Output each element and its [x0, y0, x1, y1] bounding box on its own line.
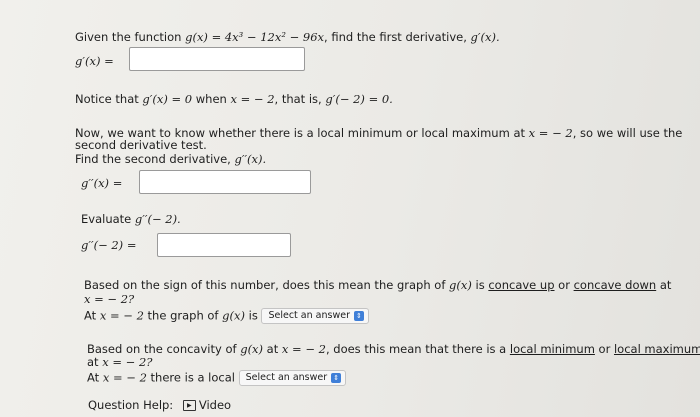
local-maximum-link: local maximum — [613, 342, 700, 356]
local-minimum-link: local minimum — [509, 342, 595, 356]
q4-line1: Based on the sign of this number, does t… — [84, 278, 672, 292]
up-down-chevron-icon: ⇕ — [331, 372, 342, 383]
q4-line3: At x = − 2 the graph of g(x) is Select a… — [84, 308, 369, 324]
second-derivative-at-point-answer[interactable] — [157, 233, 291, 257]
q5-line2: at x = − 2? — [87, 355, 153, 369]
notice-text: Notice that g′(x) = 0 when x = − 2, that… — [75, 92, 393, 106]
concave-up-link: concave up — [488, 278, 555, 292]
extremum-select[interactable]: Select an answer ⇕ — [238, 370, 347, 386]
second-derivative-label: g′′(x) = — [81, 176, 123, 190]
q5-line3: At x = − 2 there is a local Select an an… — [87, 370, 347, 386]
second-derivative-answer[interactable] — [139, 170, 311, 194]
q2-line3: Find the second derivative, g′′(x). — [75, 152, 267, 166]
q2-line2: second derivative test. — [75, 138, 207, 152]
question-page: Given the function g(x) = 4x³ − 12x² − 9… — [0, 0, 700, 417]
concave-down-link: concave down — [573, 278, 657, 292]
first-derivative-label: g′(x) = — [75, 54, 114, 68]
first-derivative-answer[interactable] — [129, 47, 305, 71]
q3-prompt: Evaluate g′′(− 2). — [81, 212, 181, 226]
first-derivative-input[interactable] — [130, 48, 304, 70]
question-help: Question Help: ▶ Video — [88, 398, 232, 412]
up-down-chevron-icon: ⇕ — [353, 310, 364, 321]
concavity-select[interactable]: Select an answer ⇕ — [261, 308, 369, 324]
second-derivative-input[interactable] — [140, 171, 310, 193]
q1-prompt: Given the function g(x) = 4x³ − 12x² − 9… — [75, 30, 500, 44]
second-derivative-at-point-label: g′′(− 2) = — [81, 238, 137, 252]
q4-line2: x = − 2? — [84, 292, 135, 306]
second-derivative-at-point-input[interactable] — [158, 234, 290, 256]
function-g: g(x) = 4x³ − 12x² − 96x — [185, 30, 325, 44]
video-play-icon: ▶ — [182, 400, 196, 411]
video-help-link[interactable]: ▶ Video — [182, 398, 231, 412]
q5-line1: Based on the concavity of g(x) at x = − … — [87, 342, 700, 356]
